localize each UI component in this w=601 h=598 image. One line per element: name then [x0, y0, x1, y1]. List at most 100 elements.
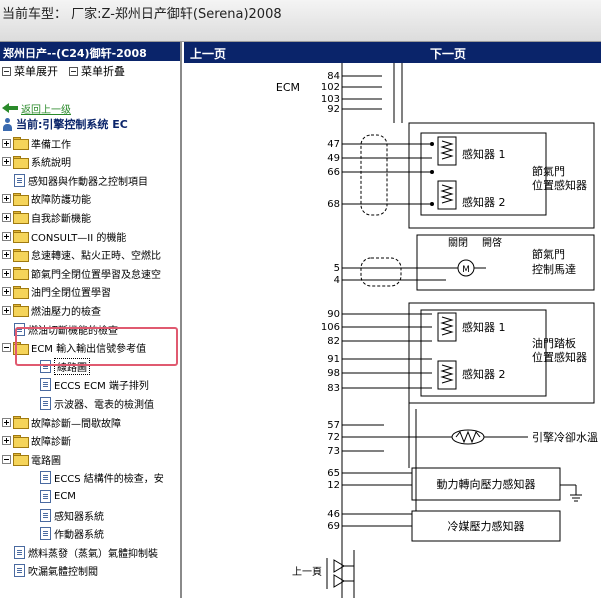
tree-item[interactable]: 感知器與作動器之控制項目 [14, 172, 148, 188]
tree-item[interactable]: 系統說明 [2, 154, 71, 170]
tree-item-label: 作動器系統 [54, 530, 104, 542]
tree-item[interactable]: 示波器、電表的檢測值 [40, 395, 154, 411]
tree-item[interactable]: 故障診斷 [2, 433, 71, 449]
back-link[interactable]: 返回上一级 [21, 101, 71, 116]
document-icon [40, 508, 51, 522]
document-icon [40, 378, 51, 392]
pin-label: 68 [327, 199, 340, 210]
tree-item[interactable]: ECCS ECM 端子排列 [40, 377, 149, 393]
pin-label: 72 [327, 432, 340, 443]
collapse-minus-icon[interactable] [2, 454, 11, 464]
prev-page-connector-label: 上一頁 [292, 566, 322, 578]
pin-label: 90 [327, 309, 340, 320]
tree-item[interactable]: 怠速轉速、點火正時、空燃比 [2, 247, 161, 263]
tree-item-label: 燃料蒸發（蒸氣）氣體抑制裝 [28, 548, 158, 560]
prev-page-button[interactable]: 上一页 [190, 45, 226, 62]
ect-zigzag [455, 430, 481, 444]
tree-item-label: 感知器系統 [54, 511, 104, 523]
expand-plus-icon[interactable] [2, 212, 11, 222]
folder-icon [13, 416, 29, 429]
tree-item[interactable]: 故障防護功能 [2, 191, 91, 207]
expand-plus-icon[interactable] [2, 287, 11, 297]
expand-plus-icon[interactable] [2, 436, 11, 446]
app-label: 位置感知器 [532, 350, 587, 364]
tree-item-label: 故障診斷 [31, 437, 71, 449]
tree-item-label: 準備工作 [31, 139, 71, 151]
tps-label: 位置感知器 [532, 178, 587, 192]
tree-item[interactable]: 故障診斷—間歇故障 [2, 414, 121, 430]
tree-item-label: 故障診斷—間歇故障 [31, 418, 121, 430]
folder-icon [13, 304, 29, 318]
back-arrow-icon [2, 103, 18, 113]
pin-label: 69 [327, 521, 340, 532]
pin-label: 4 [334, 275, 340, 286]
pin-label: 91 [327, 354, 340, 365]
motor-label: 控制馬達 [532, 262, 576, 276]
pin-label: 57 [327, 420, 340, 431]
folder-icon [13, 192, 29, 206]
pin-label: 49 [327, 153, 340, 164]
folder-icon [13, 267, 29, 281]
expand-plus-icon[interactable] [2, 268, 11, 278]
pin-label: 65 [327, 468, 340, 479]
tree-item-label: 系統說明 [31, 158, 71, 170]
tree-item[interactable]: 作動器系統 [40, 526, 104, 542]
expand-all-button[interactable]: 菜单展开 [14, 63, 58, 79]
tree-item[interactable]: 燃油壓力的檢查 [2, 302, 101, 318]
next-page-button[interactable]: 下一页 [430, 45, 466, 62]
expand-plus-icon[interactable] [2, 138, 11, 148]
resistor-zigzag [440, 364, 454, 384]
expand-plus-icon[interactable] [2, 157, 11, 167]
folder-icon [13, 453, 29, 467]
app-sensor2-label: 感知器 2 [462, 367, 506, 381]
app-label: 油門踏板 [532, 336, 576, 350]
document-icon [14, 564, 25, 578]
tree-item-label: 故障防護功能 [31, 195, 91, 207]
document-icon [14, 545, 25, 559]
current-section-label: 当前:引擎控制系统 EC [16, 118, 128, 131]
tree-item[interactable]: 準備工作 [2, 135, 71, 151]
pin-label: 47 [327, 139, 340, 150]
app-sensor1-label: 感知器 1 [462, 320, 506, 334]
expand-plus-icon[interactable] [2, 250, 11, 260]
wiring-diagram-svg: 8410210392ECM47496668感知器 1感知器 2節氣門位置感知器關… [276, 63, 598, 598]
folder-icon [13, 137, 29, 150]
junction-dot [430, 170, 434, 174]
wiring-diagram: 84 102 103 92 ECM 47 49 66 68 感知器 1 感知器 2 節氣門 位置感知器關… [184, 63, 601, 598]
tree-item-label: 怠速轉速、點火正時、空燃比 [31, 251, 161, 263]
collapse-minus-icon[interactable] [2, 343, 11, 353]
tree-item[interactable]: 吹漏氣體控制閥 [14, 563, 98, 579]
sidebar-header: 郑州日产--(C24)御轩-2008 [0, 42, 180, 61]
ecm-label: ECM [276, 81, 300, 94]
expand-plus-icon[interactable] [2, 231, 11, 241]
collapse-all-button[interactable]: 菜单折叠 [81, 63, 125, 79]
expand-plus-icon[interactable] [2, 194, 11, 204]
tree-item[interactable]: 電路圖 [2, 451, 61, 467]
tree-item[interactable]: 自我診斷機能 [2, 209, 91, 225]
sidebar: 郑州日产--(C24)御轩-2008 菜单展开 菜单折叠 返回上一级 当前:引擎… [0, 42, 182, 598]
tree-item-label: 示波器、電表的檢測值 [54, 399, 154, 411]
pin-label: 5 [334, 263, 340, 274]
motor-label: 節氣門 [532, 247, 565, 261]
tree-item-label: 油門全閉位置學習 [31, 288, 111, 300]
tree-item[interactable]: 油門全閉位置學習 [2, 284, 111, 300]
tps-label: 節氣門 [532, 164, 565, 178]
document-icon [40, 527, 51, 541]
tree-item[interactable]: 節氣門全閉位置學習及怠速空 [2, 265, 161, 281]
pin-label: 12 [327, 480, 340, 491]
tree-item[interactable]: ECCS 結構件的檢查，安 [40, 470, 164, 486]
tree-item[interactable]: ECM [40, 488, 76, 504]
expand-plus-icon[interactable] [2, 305, 11, 315]
pin-label: 82 [327, 336, 340, 347]
back-link-row[interactable]: 返回上一级 [2, 101, 71, 116]
tree-item-label: CONSULT—II 的機能 [31, 232, 127, 244]
pin-label: 84 [327, 71, 340, 82]
tree-item[interactable]: CONSULT—II 的機能 [2, 228, 126, 244]
expand-plus-icon[interactable] [2, 417, 11, 427]
shield-outline [360, 257, 402, 287]
tree-item-label: 電路圖 [31, 455, 61, 467]
pin-label: 66 [327, 167, 340, 178]
folder-icon [13, 434, 29, 448]
tree-item[interactable]: 感知器系統 [40, 507, 104, 523]
tree-item[interactable]: 燃料蒸發（蒸氣）氣體抑制裝 [14, 544, 158, 560]
